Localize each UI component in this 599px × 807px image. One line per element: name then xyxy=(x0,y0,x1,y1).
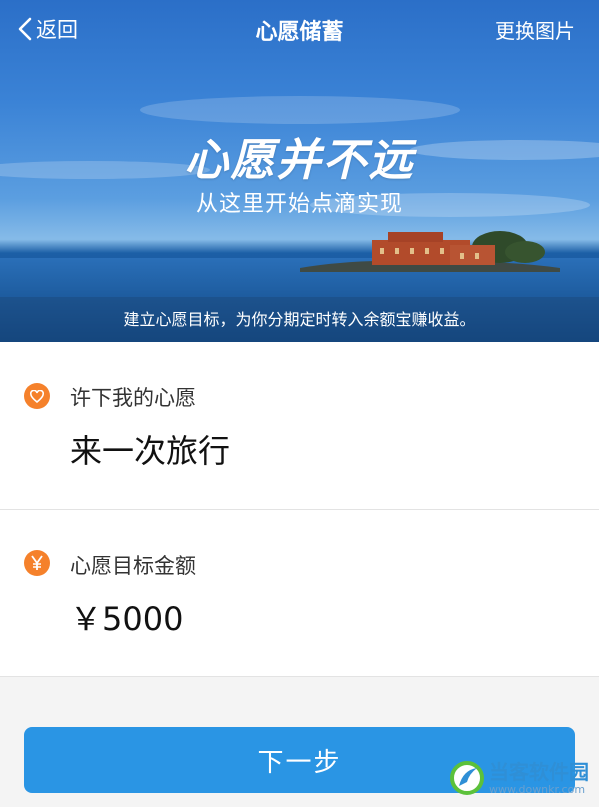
wish-label: 许下我的心愿 xyxy=(70,386,196,410)
watermark-url: www.downkr.com xyxy=(489,782,586,796)
site-watermark: 当客软件园 www.downkr.com xyxy=(449,760,589,796)
amount-label: 心愿目标金额 xyxy=(70,554,196,578)
amount-card: 心愿目标金额 xyxy=(0,510,599,677)
heart-icon xyxy=(24,383,50,409)
nav-bar: 返回 心愿储蓄 更换图片 xyxy=(0,0,599,58)
slogan-subtitle: 从这里开始点滴实现 xyxy=(195,192,403,217)
wish-input[interactable] xyxy=(70,430,550,468)
change-image-button[interactable]: 更换图片 xyxy=(495,15,575,44)
hero-banner: 返回 心愿储蓄 更换图片 心愿并不远 从这里开始点滴实现 建立心愿目标，为你分期… xyxy=(0,0,599,342)
hero-description: 建立心愿目标，为你分期定时转入余额宝赚收益。 xyxy=(0,297,599,342)
slogan-title: 心愿并不远 xyxy=(184,135,415,186)
yen-icon xyxy=(24,550,50,576)
watermark-logo-icon xyxy=(450,761,484,795)
amount-input[interactable] xyxy=(70,598,550,636)
watermark-title: 当客软件园 xyxy=(489,759,589,784)
wish-card: 许下我的心愿 xyxy=(0,342,599,510)
